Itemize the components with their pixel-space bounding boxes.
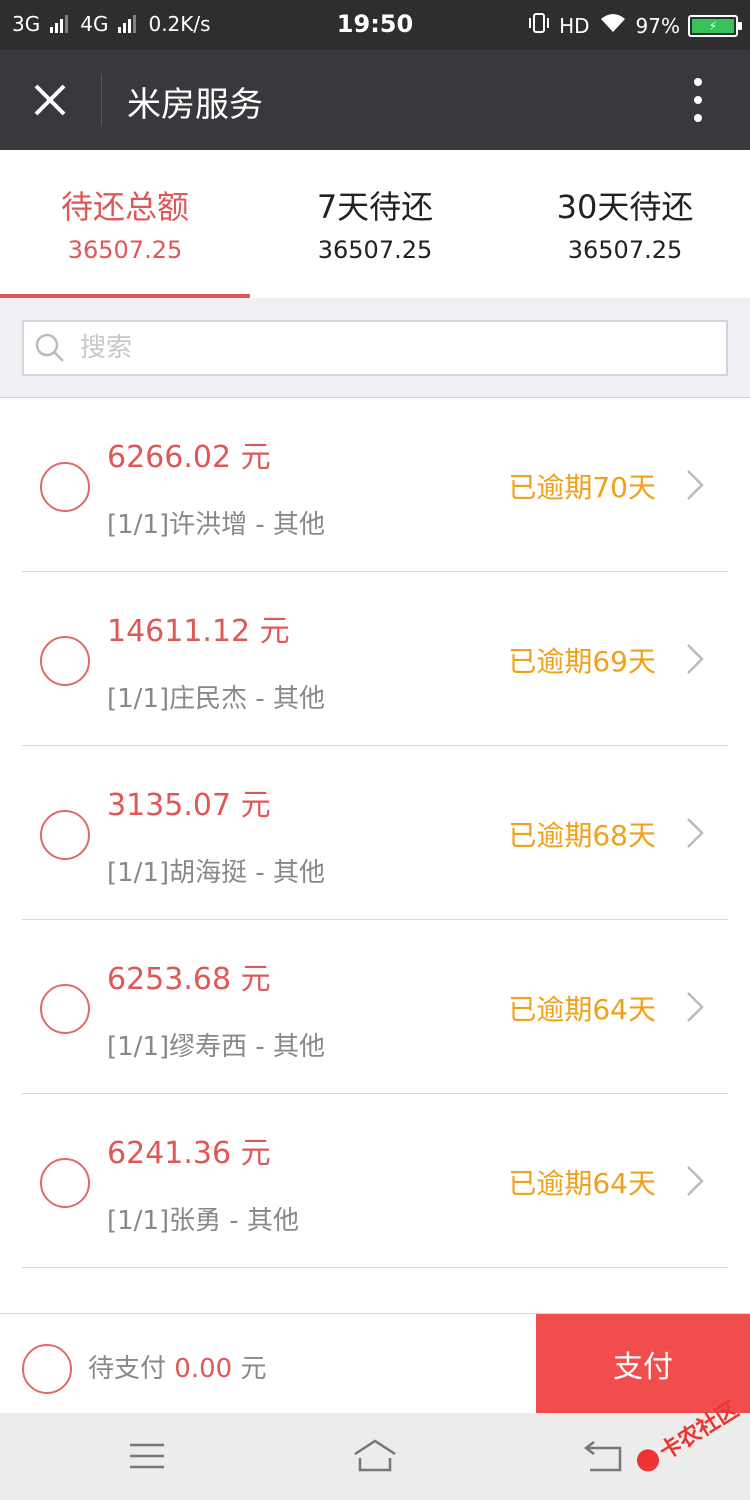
search-area	[0, 298, 750, 398]
tab-label: 30天待还	[556, 188, 694, 226]
home-button[interactable]	[350, 1433, 400, 1479]
tab-value: 36507.25	[567, 236, 683, 264]
menu-button[interactable]	[122, 1433, 172, 1479]
item-amount: 6241.36 元	[107, 1136, 271, 1171]
search-box[interactable]	[22, 320, 728, 376]
overdue-status: 已逾期64天	[508, 1167, 656, 1200]
item-description: [1/1]张勇 - 其他	[107, 1206, 300, 1236]
more-vertical-icon	[694, 78, 702, 86]
tab-label: 待还总额	[60, 188, 189, 226]
list-item[interactable]: 6266.02 元 [1/1]许洪增 - 其他 已逾期70天	[22, 398, 728, 572]
pending-unit: 元	[240, 1354, 267, 1384]
more-button[interactable]	[686, 78, 710, 122]
list-item[interactable]: 6241.36 元 [1/1]张勇 - 其他 已逾期64天	[22, 1094, 728, 1268]
hd-label: HD	[559, 13, 590, 38]
overdue-status: 已逾期70天	[508, 471, 656, 504]
tab-7-days[interactable]: 7天待还 36507.25	[250, 150, 500, 298]
repayment-list: 6266.02 元 [1/1]许洪增 - 其他 已逾期70天 14611.12 …	[0, 398, 750, 1268]
close-icon	[34, 84, 66, 116]
overdue-status: 已逾期68天	[508, 819, 656, 852]
chevron-right-icon	[687, 470, 704, 500]
back-icon	[583, 1441, 622, 1472]
battery-icon: ⚡	[688, 14, 742, 37]
pending-label: 待支付	[88, 1354, 167, 1384]
search-input[interactable]	[80, 333, 680, 363]
pay-bar: 待支付 0.00 元 支付	[0, 1313, 750, 1414]
item-description: [1/1]胡海挺 - 其他	[107, 858, 326, 888]
summary-tabs: 待还总额 36507.25 7天待还 36507.25 30天待还 36507.…	[0, 150, 750, 298]
item-description: [1/1]许洪增 - 其他	[107, 510, 326, 540]
chevron-right-icon	[687, 1166, 704, 1196]
home-icon	[354, 1439, 396, 1472]
list-item[interactable]: 6253.68 元 [1/1]缪寿西 - 其他 已逾期64天	[22, 920, 728, 1094]
select-radio[interactable]	[40, 1158, 90, 1208]
chevron-right-icon	[687, 818, 704, 848]
search-icon	[35, 333, 64, 362]
select-radio[interactable]	[40, 810, 90, 860]
item-amount: 3135.07 元	[107, 788, 271, 823]
pending-payment: 待支付 0.00 元	[88, 1348, 266, 1385]
tab-value: 36507.25	[317, 236, 433, 264]
item-amount: 14611.12 元	[107, 614, 290, 649]
status-bar: 3G 4G 0.2K/s 19:50 HD 97% ⚡	[0, 0, 750, 50]
select-all-radio[interactable]	[22, 1344, 72, 1394]
list-item[interactable]: 3135.07 元 [1/1]胡海挺 - 其他 已逾期68天	[22, 746, 728, 920]
close-button[interactable]	[26, 76, 74, 124]
select-radio[interactable]	[40, 462, 90, 512]
select-radio[interactable]	[40, 984, 90, 1034]
vibrate-icon	[527, 12, 551, 39]
item-amount: 6253.68 元	[107, 962, 271, 997]
chevron-right-icon	[687, 644, 704, 674]
overdue-status: 已逾期64天	[508, 993, 656, 1026]
battery-percent: 97%	[635, 13, 680, 38]
title-divider	[101, 74, 102, 126]
tab-30-days[interactable]: 30天待还 36507.25	[500, 150, 750, 298]
tab-total-due[interactable]: 待还总额 36507.25	[0, 150, 250, 298]
tab-value: 36507.25	[67, 236, 183, 264]
overdue-status: 已逾期69天	[508, 645, 656, 678]
tab-label: 7天待还	[316, 188, 434, 226]
pending-amount: 0.00	[174, 1354, 233, 1384]
status-right: HD 97% ⚡	[527, 12, 742, 39]
list-item[interactable]: 14611.12 元 [1/1]庄民杰 - 其他 已逾期69天	[22, 572, 728, 746]
wifi-icon	[598, 12, 628, 39]
back-button[interactable]	[578, 1433, 628, 1479]
chevron-right-icon	[687, 992, 704, 1022]
item-description: [1/1]缪寿西 - 其他	[107, 1032, 326, 1062]
page-title: 米房服务	[127, 85, 263, 125]
title-bar: 米房服务	[0, 50, 750, 150]
select-radio[interactable]	[40, 636, 90, 686]
item-description: [1/1]庄民杰 - 其他	[107, 684, 326, 714]
item-amount: 6266.02 元	[107, 440, 271, 475]
menu-icon	[130, 1443, 164, 1469]
